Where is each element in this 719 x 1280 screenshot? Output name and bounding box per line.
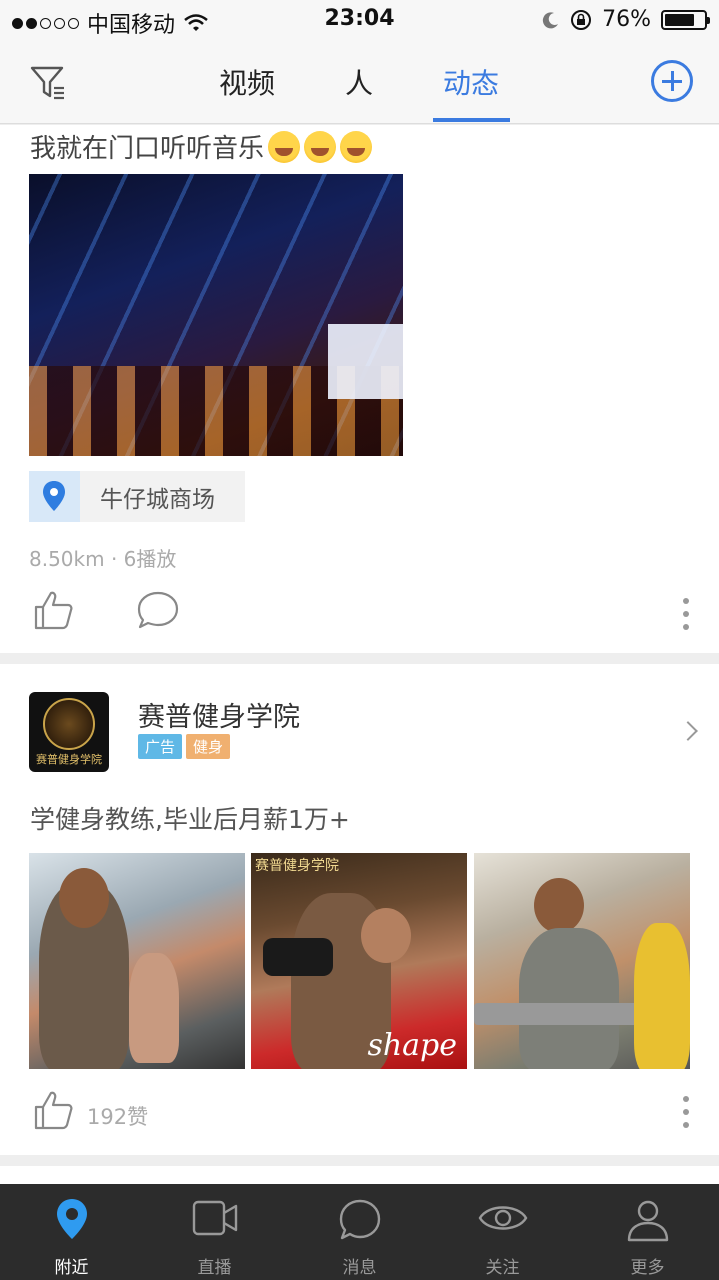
tab-live[interactable]: 直播	[143, 1184, 286, 1280]
more-options-icon[interactable]	[683, 598, 689, 637]
ad-photo-3[interactable]	[474, 853, 690, 1069]
ad-badges: 广告 健身	[138, 734, 231, 759]
laugh-cry-emoji	[268, 131, 301, 163]
feed-post[interactable]: 我就在门口听听音乐 牛仔城商场 8.50km · 6播放	[0, 125, 719, 653]
chat-bubble-icon	[339, 1199, 380, 1240]
tab-label: 附近	[54, 1258, 89, 1278]
top-nav: 视频 人 动态	[0, 40, 719, 124]
post-text: 我就在门口听听音乐	[30, 134, 265, 164]
avatar[interactable]: 赛普健身学院	[29, 692, 109, 772]
tab-messages[interactable]: 消息	[288, 1184, 431, 1280]
shirt-text: shape	[367, 1028, 457, 1063]
battery-icon	[661, 9, 710, 30]
photo-logo-text: 赛普健身学院	[255, 858, 339, 874]
tab-nearby[interactable]: 附近	[0, 1184, 143, 1280]
status-bar: 中国移动 23:04 76%	[0, 0, 719, 40]
like-icon[interactable]	[32, 589, 74, 631]
add-post-button[interactable]	[651, 60, 693, 102]
location-pin-icon	[56, 1199, 87, 1239]
chevron-right-icon[interactable]	[678, 721, 698, 741]
tab-moments[interactable]: 动态	[443, 62, 499, 102]
post-photo[interactable]	[29, 174, 403, 456]
ad-text: 学健身教练,毕业后月薪1万+	[30, 805, 350, 834]
location-tag[interactable]: 牛仔城商场	[29, 471, 245, 522]
location-name: 牛仔城商场	[100, 486, 215, 513]
user-icon	[627, 1200, 668, 1242]
ad-badge: 广告	[138, 734, 183, 759]
moon-icon	[542, 11, 559, 28]
ad-photo-2[interactable]: 赛普健身学院 shape	[251, 853, 467, 1069]
like-icon[interactable]	[32, 1089, 74, 1131]
more-options-icon[interactable]	[683, 1096, 689, 1135]
bottom-tab-bar: 附近 直播 消息 关注 更多	[0, 1184, 719, 1280]
tab-people[interactable]: 人	[345, 62, 373, 102]
ad-post[interactable]: 赛普健身学院 赛普健身学院 广告 健身 学健身教练,毕业后月薪1万+ 赛普健身学…	[0, 664, 719, 1155]
eye-icon	[478, 1206, 527, 1230]
advertiser-name[interactable]: 赛普健身学院	[138, 695, 300, 734]
laugh-cry-emoji	[340, 131, 373, 163]
tab-more[interactable]: 更多	[576, 1184, 719, 1280]
tab-label: 直播	[197, 1258, 232, 1278]
tab-label: 消息	[342, 1258, 377, 1278]
content-tabs: 视频 人 动态	[0, 40, 719, 124]
avatar-logo-text: 赛普健身学院	[36, 753, 102, 766]
like-count: 192赞	[87, 1105, 149, 1129]
laugh-cry-emoji	[304, 131, 337, 163]
ad-photo-1[interactable]	[29, 853, 245, 1069]
distance-views: 8.50km · 6播放	[29, 547, 177, 571]
rotation-lock-icon	[571, 9, 592, 30]
tab-label: 更多	[630, 1258, 665, 1278]
tab-follow[interactable]: 关注	[431, 1184, 574, 1280]
location-pin-icon	[29, 471, 80, 522]
active-tab-indicator	[433, 118, 510, 122]
tab-label: 关注	[485, 1258, 520, 1278]
tab-video[interactable]: 视频	[219, 62, 275, 102]
gym-emblem-icon	[43, 698, 95, 750]
category-badge: 健身	[186, 734, 231, 759]
battery-percent: 76%	[602, 7, 651, 32]
video-camera-icon	[192, 1200, 237, 1236]
comment-icon[interactable]	[137, 590, 179, 630]
